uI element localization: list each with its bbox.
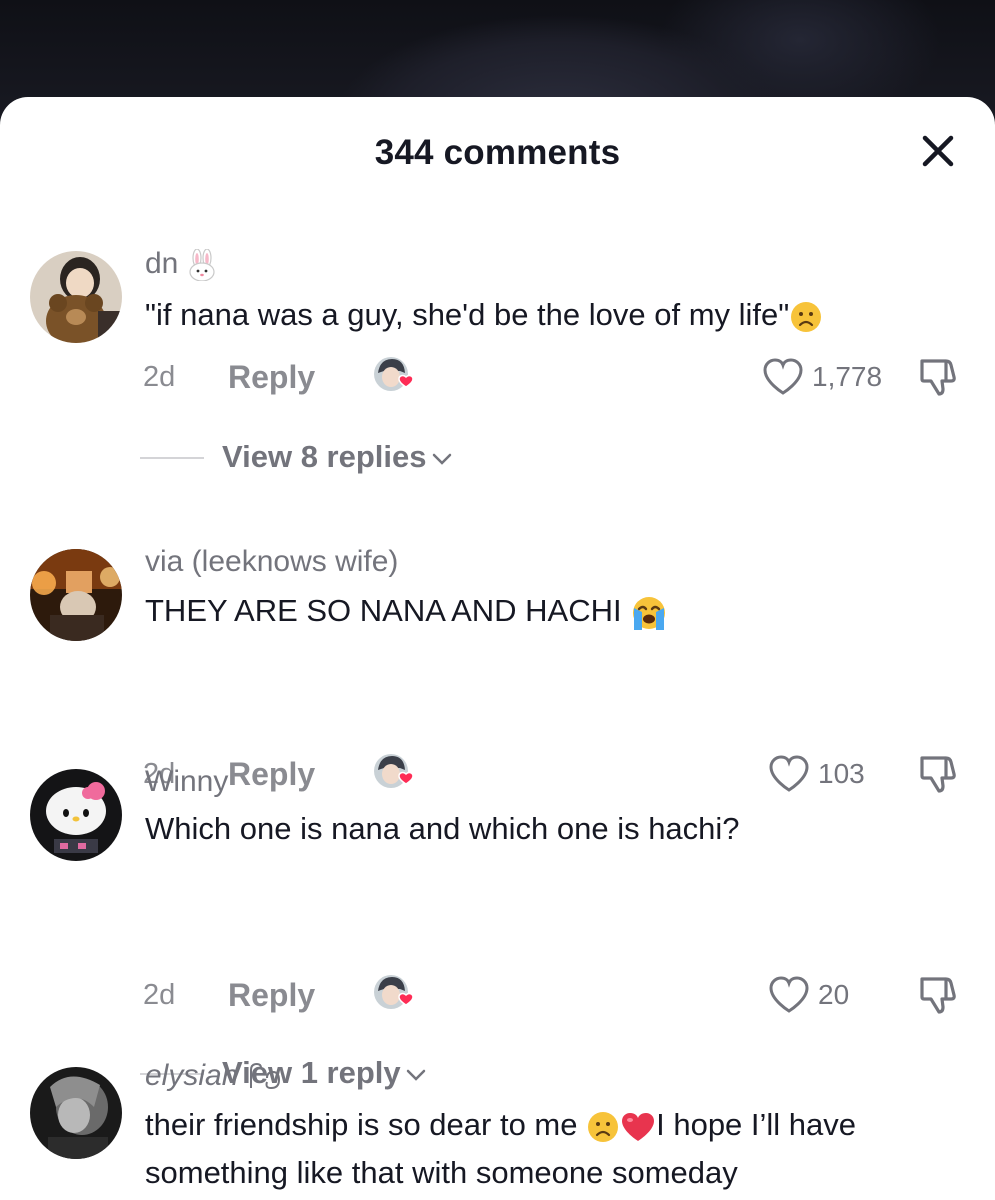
rabbit-face-emoji [189, 249, 215, 282]
heart-outline-icon [769, 755, 809, 792]
like-button[interactable]: 20 [768, 975, 849, 1015]
creator-liked-badge [374, 357, 414, 391]
comment-time: 2d [143, 361, 176, 393]
comment-username[interactable]: elysian [145, 1059, 283, 1093]
like-button[interactable]: 1,778 [762, 357, 882, 397]
heart-outline-icon [769, 976, 809, 1013]
frowning-face-emoji [791, 301, 822, 332]
reply-button[interactable]: Reply [228, 752, 315, 796]
comment-text: "if nana was a guy, she'd be the love of… [145, 291, 975, 339]
close-icon [922, 135, 954, 167]
comment-text: Which one is nana and which one is hachi… [145, 811, 740, 846]
thai-script-glyphs [249, 1063, 280, 1090]
comment-text: their friendship is so dear to me I hope… [145, 1107, 857, 1190]
avatar[interactable] [30, 769, 122, 861]
heart-outline-icon [763, 358, 803, 395]
chevron-down-icon [406, 1069, 425, 1081]
frowning-face-emoji [588, 1111, 619, 1142]
dislike-button[interactable] [916, 752, 960, 796]
comment-time: 2d [143, 979, 176, 1011]
comments-sheet: 344 comments dn "if nana was a guy, she'… [0, 97, 995, 1200]
reply-button[interactable]: Reply [228, 973, 315, 1017]
like-button[interactable]: 103 [768, 754, 865, 794]
comment-meta: 2d Reply 1,778 [0, 355, 995, 399]
red-heart-emoji [622, 1112, 655, 1141]
avatar[interactable] [30, 549, 122, 641]
comments-count-title: 344 comments [374, 133, 621, 172]
divider [140, 457, 204, 459]
creator-liked-badge [374, 975, 414, 1009]
creator-liked-badge [374, 754, 414, 788]
avatar[interactable] [30, 251, 122, 343]
like-count: 1,778 [812, 361, 883, 392]
dislike-button[interactable] [916, 355, 960, 399]
like-count: 20 [818, 979, 850, 1010]
thumbs-down-icon [920, 359, 956, 396]
like-count: 103 [818, 758, 865, 789]
chevron-down-icon [432, 453, 451, 465]
comment-meta: 2d Reply 20 [0, 973, 995, 1017]
thumbs-down-icon [920, 756, 956, 793]
loudly-crying-face-emoji [633, 596, 666, 630]
comment-username[interactable]: Winny [145, 765, 228, 799]
avatar[interactable] [30, 1067, 122, 1159]
view-replies: View 8 replies [0, 437, 995, 477]
comment-username[interactable]: via (leeknows wife) [145, 545, 398, 579]
close-button[interactable] [916, 129, 960, 173]
comment-text: THEY ARE SO NANA AND HACHI [145, 587, 975, 635]
thumbs-down-icon [920, 977, 956, 1014]
comment-username[interactable]: dn [145, 247, 217, 282]
reply-button[interactable]: Reply [228, 355, 315, 399]
view-replies-button[interactable]: View 8 replies [222, 437, 453, 477]
dislike-button[interactable] [916, 973, 960, 1017]
